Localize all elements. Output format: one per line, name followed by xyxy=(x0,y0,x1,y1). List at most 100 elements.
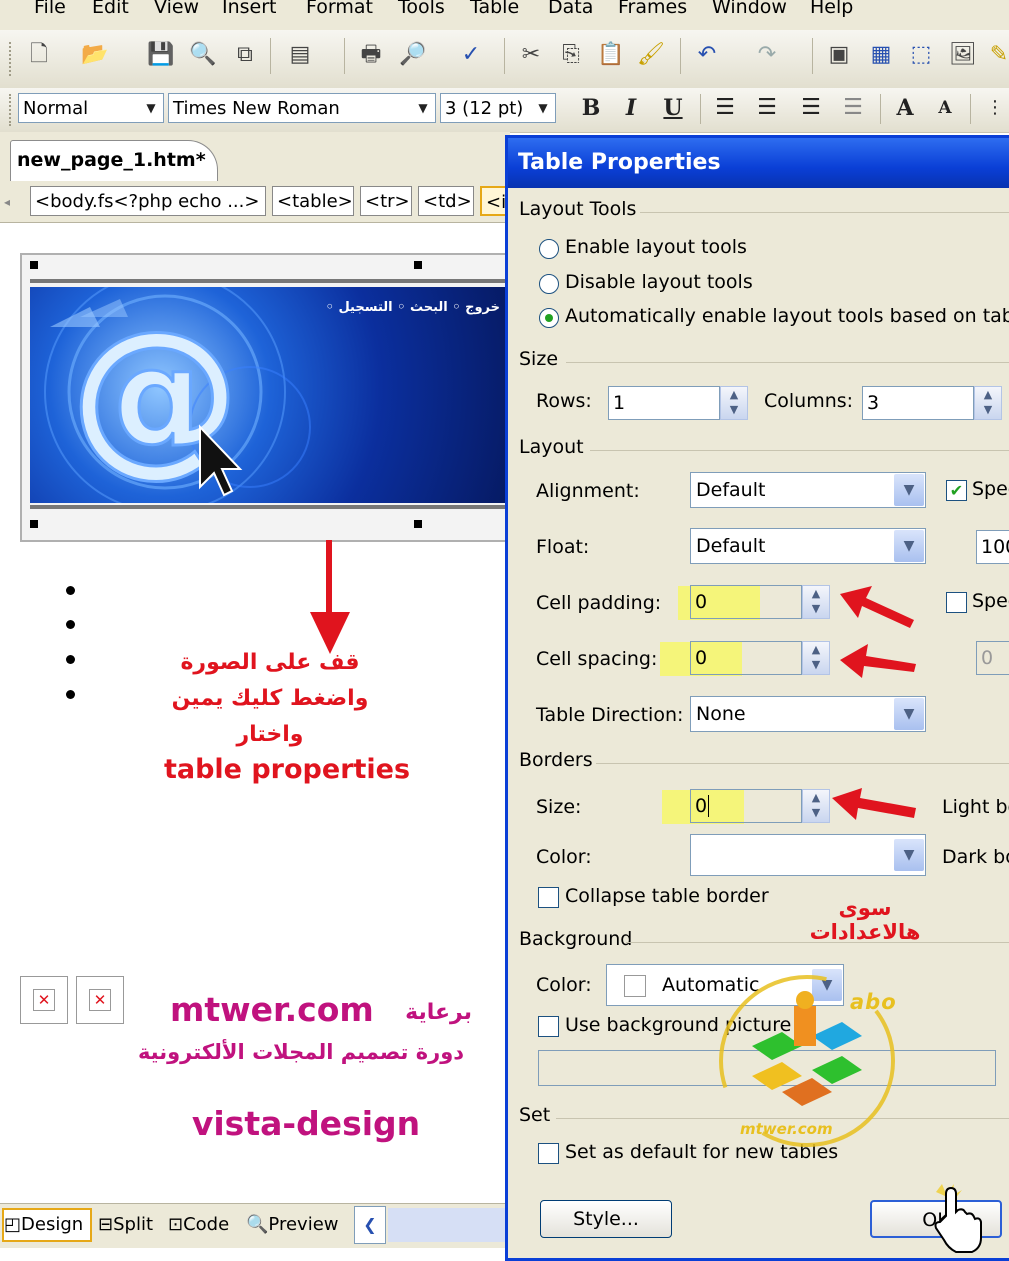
shrink-font-button[interactable]: A xyxy=(930,93,960,123)
format-painter-icon[interactable]: 🖌 xyxy=(636,40,666,70)
banner-nav-links[interactable]: خروج ◦ البحث ◦ التسجيل ◦ xyxy=(270,295,500,321)
cell-spacing-spinner[interactable]: ▲ ▼ xyxy=(802,641,830,675)
menu-frames[interactable]: Frames xyxy=(618,0,687,18)
broken-image[interactable]: ✕ xyxy=(76,976,124,1024)
toolbar-separator xyxy=(812,38,813,74)
radio-disable-layout[interactable] xyxy=(539,274,559,294)
spelling-icon[interactable]: ✓ xyxy=(456,40,486,70)
rows-spinner[interactable]: ▲ ▼ xyxy=(720,386,748,420)
tag-tr[interactable]: <tr> xyxy=(360,186,412,216)
paste-icon[interactable]: 📋 xyxy=(596,40,626,70)
numbering-icon[interactable]: ⋮ xyxy=(980,93,1009,123)
save-icon[interactable]: 💾 xyxy=(146,40,176,70)
resize-handle[interactable] xyxy=(30,261,38,269)
dark-border-label: Dark bo xyxy=(942,846,1009,868)
set-default-checkbox[interactable] xyxy=(538,1143,559,1164)
use-bg-picture-checkbox[interactable] xyxy=(538,1016,559,1037)
align-left-icon[interactable]: ☰ xyxy=(710,93,740,123)
resize-handle[interactable] xyxy=(414,261,422,269)
document-tab[interactable]: new_page_1.htm* xyxy=(10,140,218,181)
border-size-spinner[interactable]: ▲ ▼ xyxy=(802,789,830,823)
align-right-icon[interactable]: ☰ xyxy=(796,93,826,123)
insert-table-icon[interactable]: ▦ xyxy=(866,40,896,70)
find-icon[interactable]: 🔍 xyxy=(188,40,218,70)
insert-picture-icon[interactable]: 🖼 xyxy=(948,40,978,70)
toolbar-grip[interactable] xyxy=(9,94,14,126)
border-color-select[interactable]: ▼ xyxy=(690,834,926,876)
italic-button[interactable]: I xyxy=(616,93,646,123)
tag-td[interactable]: <td> xyxy=(418,186,474,216)
tab-code[interactable]: ⊡Code xyxy=(168,1208,240,1242)
align-center-icon[interactable]: ☰ xyxy=(752,93,782,123)
resize-handle[interactable] xyxy=(414,520,422,528)
cell-padding-input[interactable]: 0 xyxy=(690,585,802,619)
style-select[interactable]: Normal ▼ xyxy=(18,93,164,123)
print-icon[interactable]: 🖶 xyxy=(356,40,386,70)
menu-table[interactable]: Table xyxy=(470,0,519,18)
float-select[interactable]: Default ▼ xyxy=(690,528,926,564)
tag-table[interactable]: <table> xyxy=(272,186,354,216)
menu-insert[interactable]: Insert xyxy=(222,0,277,18)
collapse-border-label: Collapse table border xyxy=(565,885,769,907)
undo-icon[interactable]: ↶ xyxy=(692,40,722,70)
table-direction-select[interactable]: None ▼ xyxy=(690,696,926,732)
cell-spacing-input[interactable]: 0 xyxy=(690,641,802,675)
tab-split[interactable]: ⊟Split xyxy=(98,1208,164,1242)
toolbar-grip[interactable] xyxy=(9,42,14,76)
border-size-input[interactable]: 0 xyxy=(690,789,802,823)
group-set: Set xyxy=(519,1104,551,1126)
layout-table-icon[interactable]: ⬚ xyxy=(906,40,936,70)
menu-help[interactable]: Help xyxy=(810,0,853,18)
alignment-select[interactable]: Default ▼ xyxy=(690,472,926,508)
specify-height-checkbox[interactable] xyxy=(946,592,967,613)
toolbar-separator xyxy=(880,94,881,124)
tab-preview[interactable]: 🔍Preview xyxy=(246,1208,346,1242)
menu-edit[interactable]: Edit xyxy=(92,0,129,18)
resize-handle[interactable] xyxy=(30,520,38,528)
menu-file[interactable]: File xyxy=(34,0,66,18)
height-input[interactable]: 0 xyxy=(976,641,1009,675)
underline-button[interactable]: U xyxy=(658,93,688,123)
cut-icon[interactable]: ✂ xyxy=(516,40,546,70)
scroll-left-icon[interactable]: ◂ xyxy=(0,188,14,216)
menu-data[interactable]: Data xyxy=(548,0,593,18)
border-color-label: Color: xyxy=(536,846,592,868)
tab-design[interactable]: ◰Design xyxy=(2,1208,92,1242)
broken-image[interactable]: ✕ xyxy=(20,976,68,1024)
print-preview-icon[interactable]: 🔎 xyxy=(398,40,428,70)
menu-window[interactable]: Window xyxy=(712,0,787,18)
new-page-icon[interactable]: 🗋 xyxy=(24,40,54,70)
redo-icon[interactable]: ↷ xyxy=(752,40,782,70)
menu-format[interactable]: Format xyxy=(306,0,373,18)
width-input[interactable]: 100 xyxy=(976,530,1009,564)
menu-tools[interactable]: Tools xyxy=(398,0,445,18)
rows-input[interactable]: 1 xyxy=(608,386,720,420)
font-select[interactable]: Times New Roman ▼ xyxy=(168,93,436,123)
style-button[interactable]: Style... xyxy=(540,1200,672,1238)
cell-padding-spinner[interactable]: ▲ ▼ xyxy=(802,585,830,619)
radio-auto-layout[interactable] xyxy=(539,308,559,328)
bold-button[interactable]: B xyxy=(576,93,606,123)
collapse-border-checkbox[interactable] xyxy=(538,887,559,908)
radio-enable-layout[interactable] xyxy=(539,239,559,259)
publish-icon[interactable]: ⧉ xyxy=(230,40,260,70)
header-banner-image[interactable]: @ خروج ◦ البحث ◦ التسجيل ◦ xyxy=(30,287,508,503)
scroll-left-button[interactable]: ❮ xyxy=(354,1206,386,1244)
list-bullet xyxy=(66,655,75,664)
font-size-select[interactable]: 3 (12 pt) ▼ xyxy=(440,93,556,123)
columns-spinner[interactable]: ▲ ▼ xyxy=(974,386,1002,420)
tag-img[interactable]: <i xyxy=(480,186,508,216)
specify-width-checkbox[interactable]: ✔ xyxy=(946,480,967,501)
dialog-title[interactable]: Table Properties xyxy=(508,138,1009,188)
horizontal-scrollbar[interactable] xyxy=(388,1208,508,1242)
justify-icon[interactable]: ☰ xyxy=(838,93,868,123)
grow-font-button[interactable]: A xyxy=(890,93,920,123)
tag-body[interactable]: <body.fs<?php echo ...> xyxy=(30,186,266,216)
menu-view[interactable]: View xyxy=(154,0,199,18)
insert-layer-icon[interactable]: ▣ xyxy=(824,40,854,70)
open-folder-icon[interactable]: 📂 xyxy=(80,40,110,70)
copy-icon[interactable]: ⎘ xyxy=(556,40,586,70)
columns-input[interactable]: 3 xyxy=(862,386,974,420)
web-component-icon[interactable]: ▤ xyxy=(285,40,315,70)
drawing-icon[interactable]: ✎ xyxy=(984,40,1009,70)
